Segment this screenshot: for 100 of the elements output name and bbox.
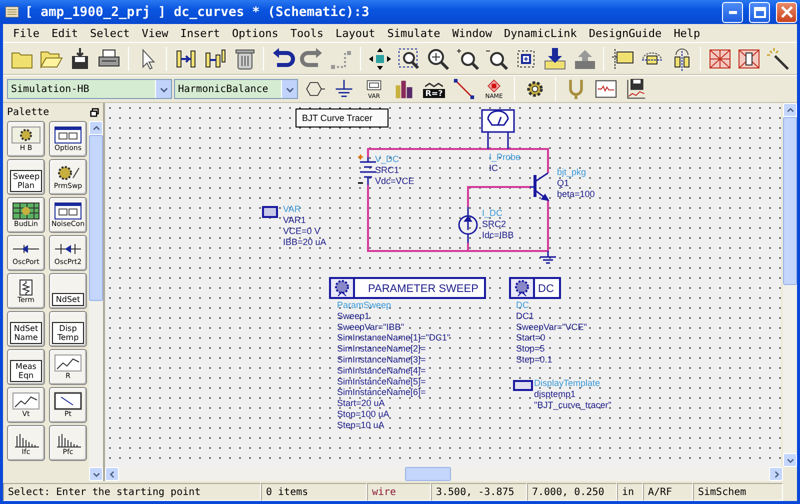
gear-icon	[11, 126, 41, 144]
palette-title: Palette	[7, 106, 50, 118]
component-parameter: SimInstanceName[1]="DC1"	[337, 332, 450, 343]
status-field: SimSchem	[693, 483, 783, 501]
menu-item[interactable]: DesignGuide	[582, 26, 668, 40]
minimize-icon	[728, 10, 736, 14]
menu-item[interactable]: Layout	[329, 26, 382, 40]
ground-icon[interactable]	[333, 78, 355, 100]
chevron-up-icon	[92, 124, 100, 132]
component-parameter: SimInstanceName[3]=	[337, 354, 426, 364]
zoom-in-icon[interactable]	[456, 46, 480, 70]
short-icon[interactable]	[737, 46, 762, 70]
equation-tool-button[interactable]: R=?	[420, 76, 448, 102]
menu-item[interactable]: Window	[446, 26, 498, 40]
dropdown[interactable]: Simulation-HB	[7, 79, 172, 99]
graph-icon	[11, 392, 41, 410]
palette-scrollbar[interactable]	[89, 121, 103, 481]
menu-item[interactable]: DynamicLink	[498, 26, 583, 40]
wave-icon	[425, 80, 443, 88]
deactivate-icon[interactable]	[708, 46, 732, 70]
component-parameter: IBB=20 uA	[283, 237, 326, 247]
menu-item[interactable]: Simulate	[381, 26, 446, 40]
controller-title: PARAMETER SWEEP	[368, 283, 478, 295]
menu-item[interactable]: View	[136, 26, 174, 40]
gear-icon	[509, 277, 535, 299]
ground-symbol	[539, 250, 557, 264]
grid-icon	[11, 202, 41, 220]
scrollbar-thumb[interactable]	[783, 117, 797, 285]
menu-item[interactable]: Insert	[174, 26, 226, 40]
graph-icon	[53, 392, 83, 410]
component-parameter: SimInstanceName[2]=	[337, 344, 426, 354]
component-parameter: "BJT_curve_tracer"	[534, 400, 612, 410]
restore-icon[interactable]	[90, 108, 99, 116]
port-icon[interactable]	[610, 46, 635, 70]
component-parameter: SRC2	[482, 219, 506, 229]
minimize-button[interactable]	[722, 2, 743, 22]
component-type: I_Probe	[489, 152, 521, 162]
bar-chart-icon[interactable]	[393, 78, 415, 100]
component-parameter: SimInstanceName[5]=	[337, 376, 426, 386]
zoom-box-icon[interactable]	[397, 46, 422, 70]
waveform-icon[interactable]	[595, 78, 617, 100]
status-field: Select: Enter the starting point	[3, 483, 261, 501]
schematic-title: BJT Curve Tracer	[302, 113, 372, 123]
dropdown[interactable]: HarmonicBalance	[174, 79, 298, 99]
menu-item[interactable]: Help	[668, 26, 706, 40]
scrollbar-thumb[interactable]	[405, 467, 450, 481]
horizontal-scrollbar[interactable]	[105, 467, 783, 481]
component-parameter: Vdc=VCE	[375, 176, 414, 186]
component-parameter: SweepVar="VCE"	[516, 322, 588, 332]
maximize-icon	[754, 6, 766, 18]
schematic-canvas[interactable]	[105, 103, 781, 467]
window-icon	[53, 126, 83, 144]
status-field: 0 items	[261, 483, 367, 501]
menu-item[interactable]: Edit	[46, 26, 84, 40]
status-field: 7.000, 0.250	[527, 483, 617, 501]
component-parameter: disptemp1	[534, 389, 576, 399]
trash-icon[interactable]	[232, 46, 257, 70]
gear-icon[interactable]	[524, 78, 546, 100]
window-title: [ amp_1900_2_prj ] dc_curves * (Schematic):3	[25, 4, 370, 20]
controller-title: DC	[538, 283, 554, 295]
status-field: wire	[367, 483, 431, 501]
transistor-symbol	[529, 172, 550, 201]
component-parameter: Start=20 uA	[337, 398, 385, 408]
component-type: V_DC	[375, 154, 400, 164]
maximize-button[interactable]	[749, 2, 770, 22]
component-icon[interactable]	[203, 46, 228, 70]
close-button[interactable]	[776, 2, 797, 22]
palette-button[interactable]: NdSet Name	[7, 311, 45, 347]
move-icon[interactable]	[368, 46, 392, 70]
palette-button[interactable]: NdSet	[49, 273, 87, 309]
app-icon	[5, 5, 19, 19]
component-parameter: Step=0.1	[516, 354, 552, 364]
close-icon	[780, 6, 792, 18]
component-parameter: Start=0	[516, 332, 546, 343]
name-tool-icon	[485, 78, 503, 92]
wand-icon[interactable]	[766, 46, 790, 70]
component-parameter: VAR1	[283, 215, 306, 225]
save-chart-icon[interactable]	[625, 78, 647, 100]
canvas-scrollbar[interactable]	[783, 103, 797, 467]
component-parameter: DC1	[516, 310, 534, 321]
component-type: DC	[516, 300, 529, 310]
palette-button[interactable]: Sweep Plan	[7, 159, 45, 195]
variable-block-icon	[262, 206, 278, 218]
menu-item[interactable]: Options	[226, 26, 284, 40]
scrollbar-thumb[interactable]	[89, 135, 103, 301]
menu-item[interactable]: File	[7, 26, 46, 40]
line-icon[interactable]	[453, 78, 475, 100]
menu-item[interactable]: Tools	[284, 26, 330, 40]
chevron-left-icon	[108, 470, 116, 478]
palette-button[interactable]: Meas Eqn	[7, 349, 45, 385]
zoom-icon[interactable]	[426, 46, 450, 70]
status-field: in	[617, 483, 643, 501]
component-parameter: SimInstanceName[6]=	[337, 387, 426, 398]
status-field: A/RF	[643, 483, 693, 501]
component-parameter: VCE=0 V	[283, 226, 320, 236]
component-parameter: Step=10 uA	[337, 420, 384, 430]
palette-button[interactable]: Disp Temp	[49, 311, 87, 347]
component-parameter: Idc=IBB	[482, 230, 514, 240]
menu-item[interactable]: Select	[84, 26, 136, 40]
push-down-icon[interactable]	[543, 46, 568, 70]
